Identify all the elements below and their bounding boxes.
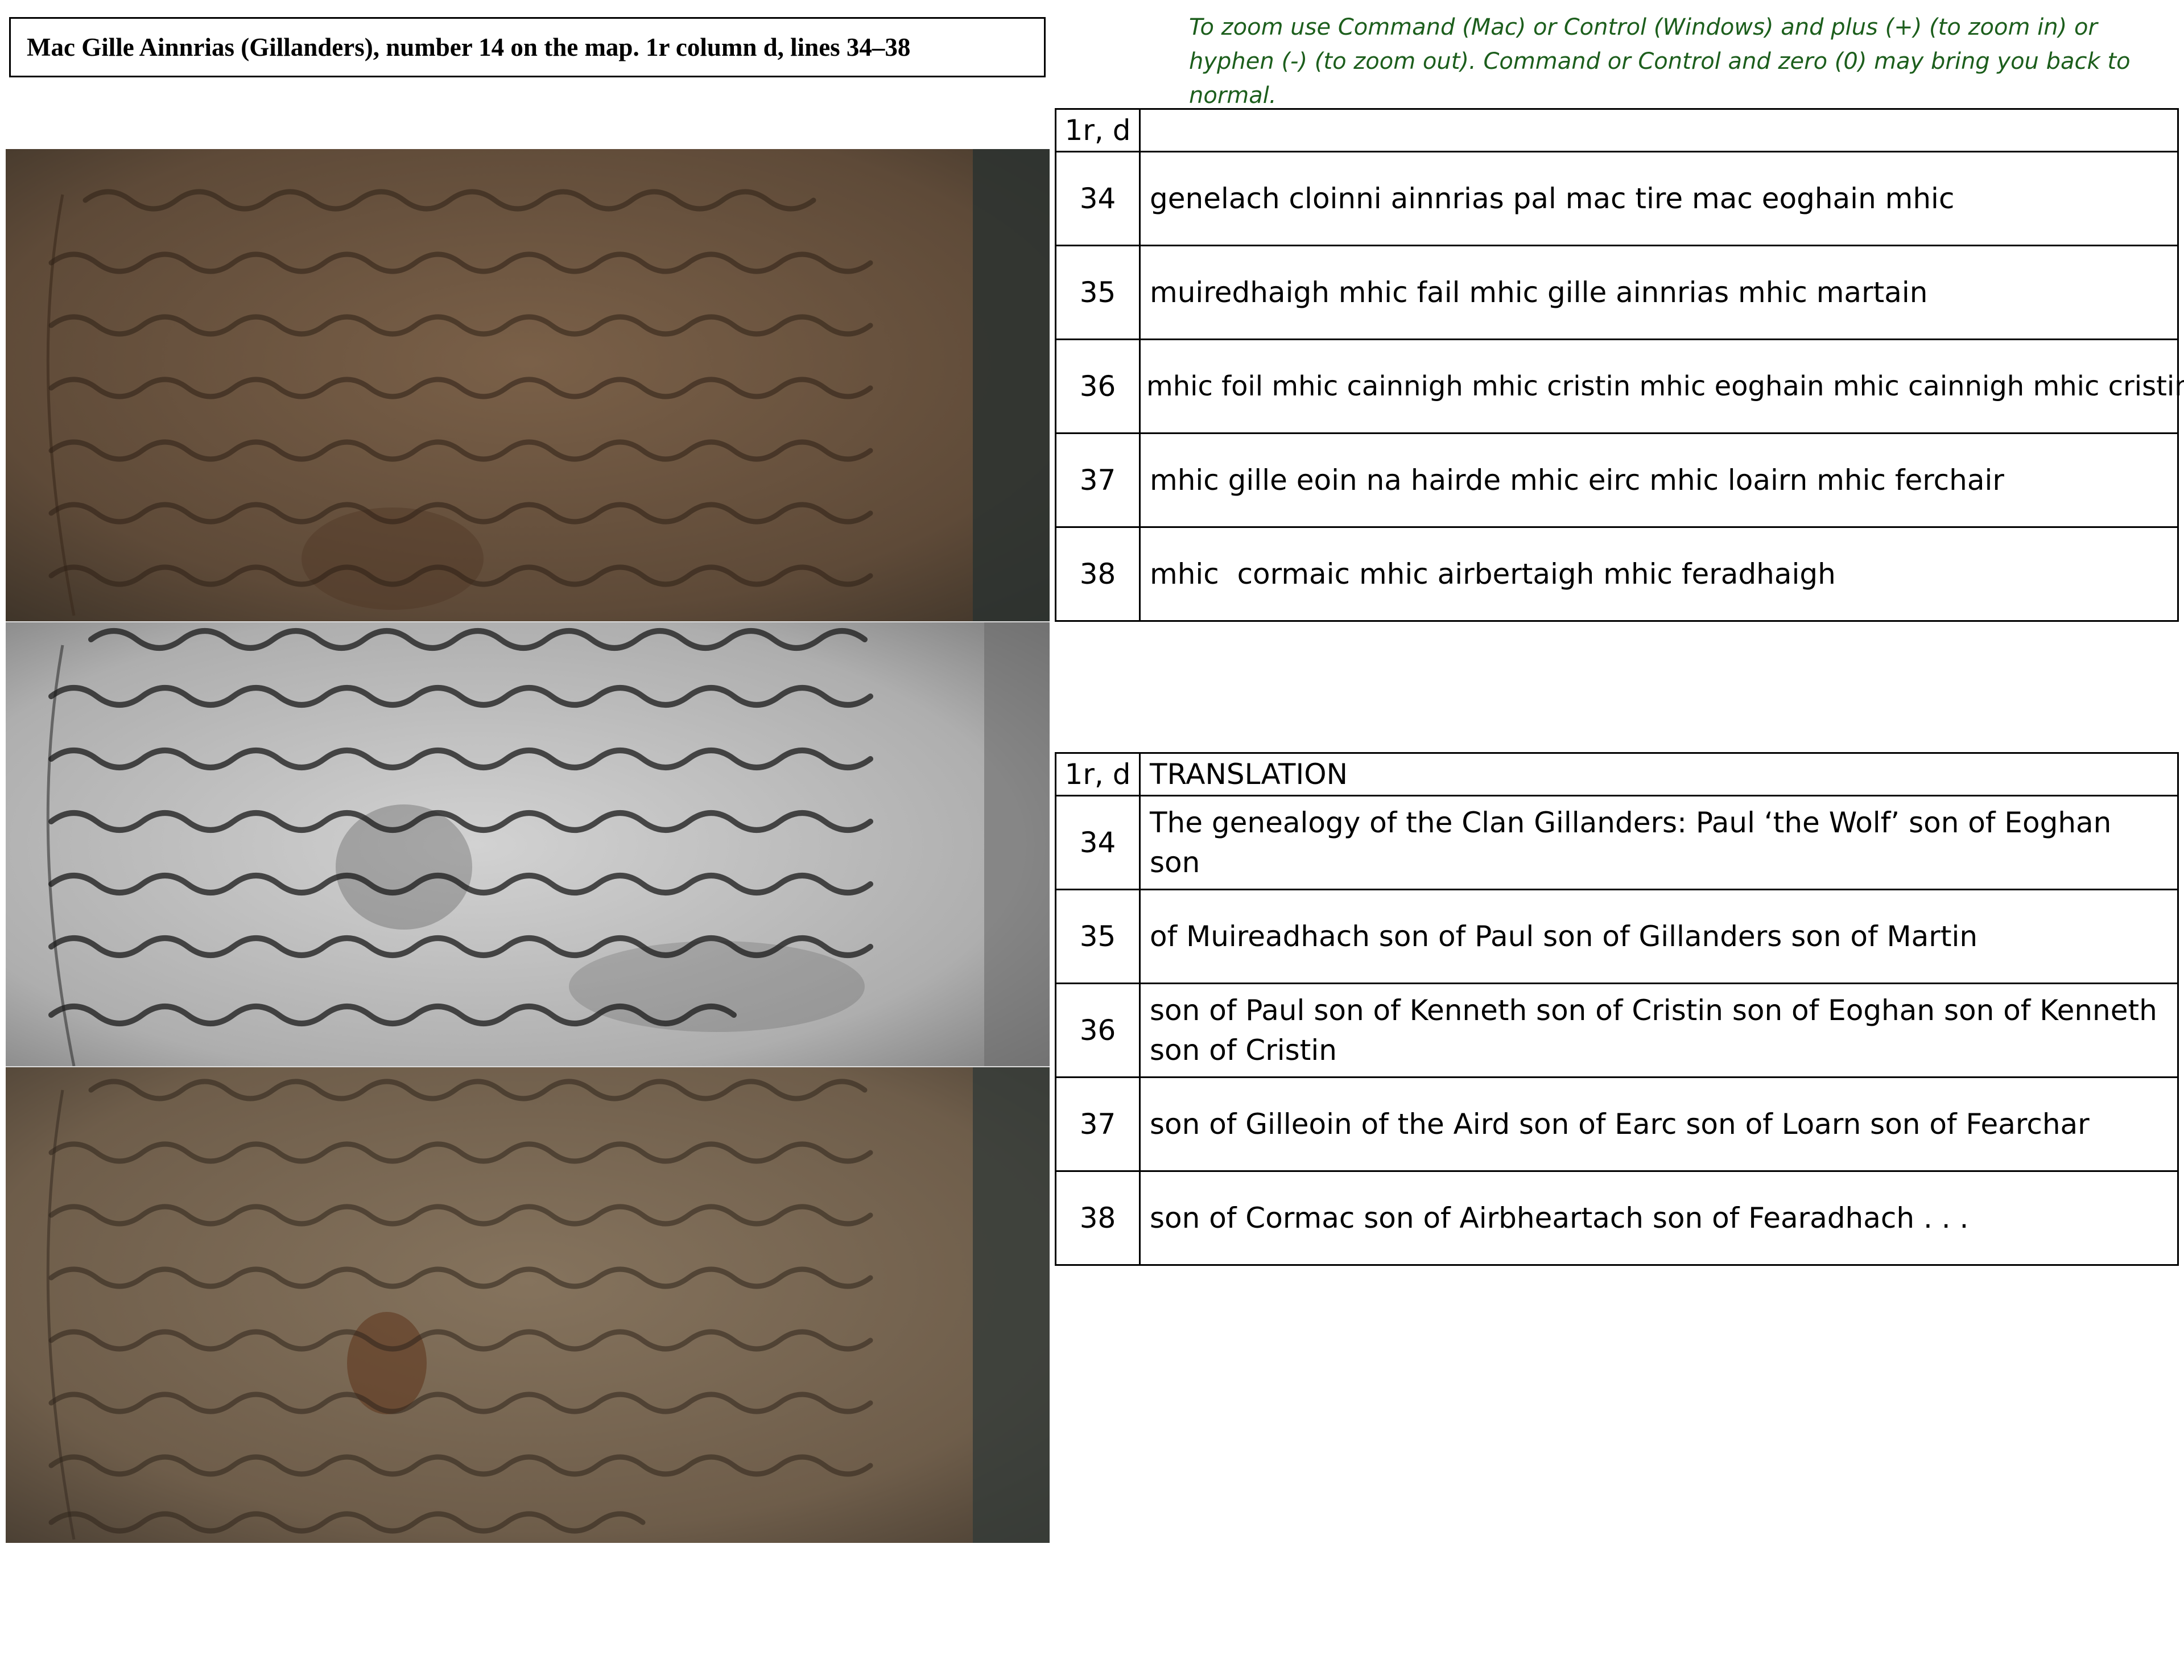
zoom-instructions: To zoom use Command (Mac) or Control (Wi…: [1189, 14, 2131, 109]
table-row: 35 muiredhaigh mhic fail mhic gille ainn…: [1055, 245, 2179, 340]
transcription-text: genelach cloinni ainnrias pal mac tire m…: [1139, 151, 2179, 246]
transcription-text: mhic cormaic mhic airbertaigh mhic ferad…: [1139, 526, 2179, 622]
manuscript-image-greyscale: [6, 622, 1050, 1067]
line-number: 37: [1055, 432, 1141, 528]
table-row: 37 son of Gilleoin of the Aird son of Ea…: [1055, 1076, 2179, 1172]
manuscript-image-colour: [6, 149, 1050, 622]
table-row: 37 mhic gille eoin na hairde mhic eirc m…: [1055, 432, 2179, 528]
column-text-header: TRANSLATION: [1139, 752, 2179, 796]
table-row: 35 of Muireadhach son of Paul son of Gil…: [1055, 889, 2179, 984]
transcription-text: mhic gille eoin na hairde mhic eirc mhic…: [1139, 432, 2179, 528]
table-header-row: 1r, d TRANSLATION: [1055, 752, 2179, 796]
translation-table: 1r, d TRANSLATION 34 The genealogy of th…: [1055, 752, 2179, 1266]
column-text-header: [1139, 108, 2179, 152]
table-row: 36 son of Paul son of Kenneth son of Cri…: [1055, 983, 2179, 1078]
line-number: 38: [1055, 526, 1141, 622]
line-number: 38: [1055, 1170, 1141, 1266]
manuscript-image-enhanced: [6, 1067, 1050, 1543]
translation-text: of Muireadhach son of Paul son of Gillan…: [1139, 889, 2179, 984]
line-number: 34: [1055, 795, 1141, 890]
translation-text: The genealogy of the Clan Gillanders: Pa…: [1139, 795, 2179, 890]
table-row: 34 The genealogy of the Clan Gillanders:…: [1055, 795, 2179, 890]
table-row: 34 genelach cloinni ainnrias pal mac tir…: [1055, 151, 2179, 246]
table-row: 38 mhic cormaic mhic airbertaigh mhic fe…: [1055, 526, 2179, 622]
column-ref-header: 1r, d: [1055, 752, 1141, 796]
line-number: 36: [1055, 339, 1141, 434]
translation-text: son of Paul son of Kenneth son of Cristi…: [1139, 983, 2179, 1078]
table-header-row: 1r, d: [1055, 108, 2179, 152]
translation-text: son of Gilleoin of the Aird son of Earc …: [1139, 1076, 2179, 1172]
transcription-text: muiredhaigh mhic fail mhic gille ainnria…: [1139, 245, 2179, 340]
table-row: 36 mhic foil mhic cainnigh mhic cristin …: [1055, 339, 2184, 434]
line-number: 35: [1055, 245, 1141, 340]
page-title: Mac Gille Ainnrias (Gillanders), number …: [9, 17, 1046, 77]
line-number: 37: [1055, 1076, 1141, 1172]
table-row: 38 son of Cormac son of Airbheartach son…: [1055, 1170, 2179, 1266]
translation-text: son of Cormac son of Airbheartach son of…: [1139, 1170, 2179, 1266]
transcription-table: 1r, d 34 genelach cloinni ainnrias pal m…: [1055, 108, 2184, 622]
line-number: 35: [1055, 889, 1141, 984]
transcription-text: mhic foil mhic cainnigh mhic cristin mhi…: [1139, 339, 2184, 434]
line-number: 36: [1055, 983, 1141, 1078]
column-ref-header: 1r, d: [1055, 108, 1141, 152]
line-number: 34: [1055, 151, 1141, 246]
